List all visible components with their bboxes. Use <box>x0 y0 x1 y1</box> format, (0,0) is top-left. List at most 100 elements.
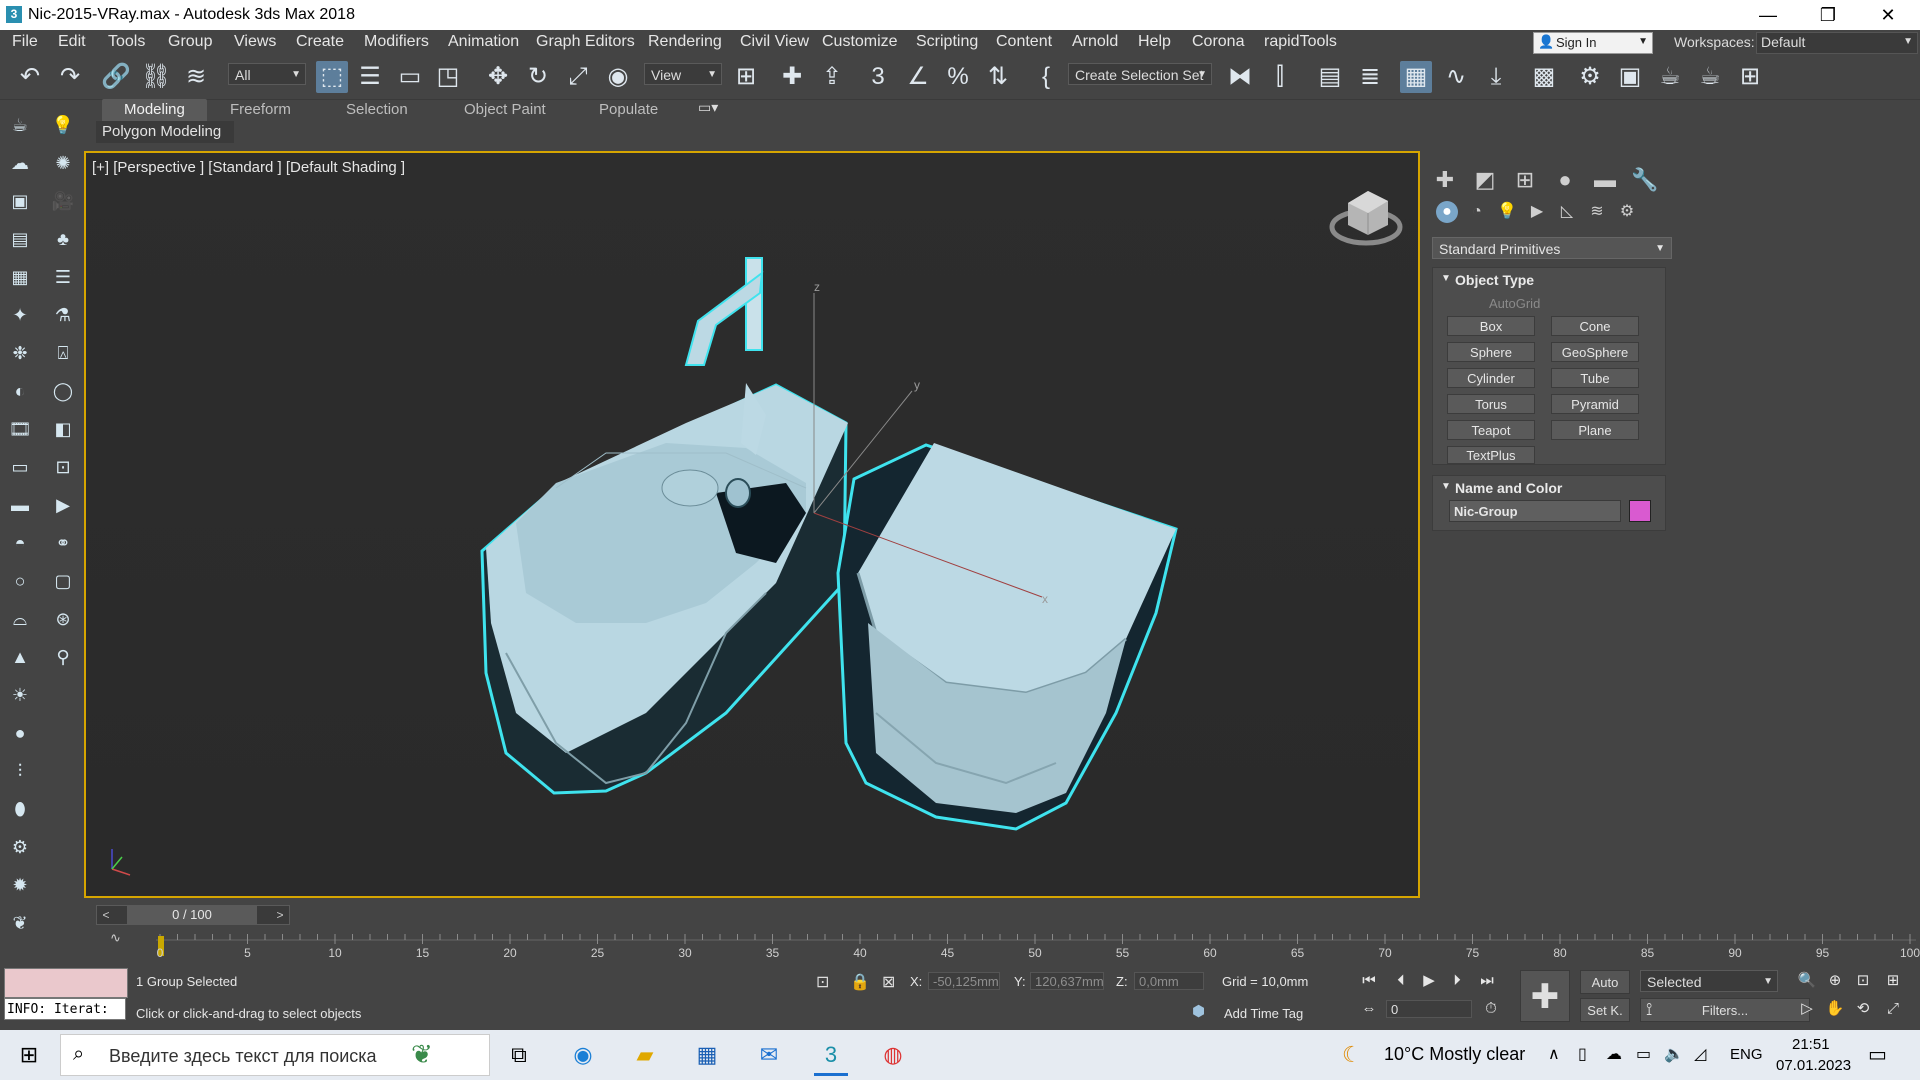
app-icon[interactable]: 3 <box>6 6 22 23</box>
link-icon[interactable]: 🔗 <box>100 61 132 93</box>
menu-file[interactable]: File <box>12 33 38 51</box>
key-tangent-icon[interactable]: ⟟ <box>1646 1000 1652 1020</box>
snaps-toggle-icon[interactable]: 3 <box>862 61 894 93</box>
ribbon-options-icon[interactable]: ▭▾ <box>698 99 718 116</box>
image-icon[interactable]: ▣ <box>7 188 33 214</box>
name-color-header[interactable]: ▼ Name and Color <box>1433 476 1675 500</box>
3dsmax-taskbar-icon[interactable]: 3 <box>814 1039 848 1076</box>
rendered-frame-window-icon[interactable]: ▣ <box>1614 61 1646 93</box>
language-indicator[interactable]: ENG <box>1730 1046 1763 1063</box>
menu-arnold[interactable]: Arnold <box>1072 33 1118 51</box>
add-time-tag[interactable]: Add Time Tag <box>1224 1006 1303 1021</box>
dome-light-icon[interactable]: ⌓ <box>7 606 33 632</box>
edge-browser-icon[interactable]: ◉ <box>566 1039 600 1071</box>
space-warps-icon[interactable]: ≋ <box>1586 201 1608 223</box>
align-icon[interactable]: ⫿ <box>1264 61 1296 93</box>
mesh-icon[interactable]: ◐ <box>7 378 33 404</box>
sphere-button[interactable]: Sphere <box>1447 342 1535 362</box>
document-icon[interactable]: ▤ <box>7 226 33 252</box>
weather-text[interactable]: 10°C Mostly clear <box>1384 1044 1525 1065</box>
toilet-model[interactable] <box>836 443 1178 831</box>
primitive-category-dropdown[interactable]: Standard Primitives ▼ <box>1432 237 1672 259</box>
menu-edit[interactable]: Edit <box>58 33 86 51</box>
network-icon[interactable]: ◿ <box>1694 1044 1706 1064</box>
create-tab-icon[interactable]: ✚ <box>1430 165 1460 195</box>
isolate-selection-icon[interactable]: ⊡ <box>816 972 829 992</box>
place-icon[interactable]: ◉ <box>602 61 634 93</box>
selection-filter-dropdown[interactable]: All ▼ <box>228 63 306 85</box>
ies-light-icon[interactable]: ⊛ <box>50 606 76 632</box>
bulb-icon[interactable]: ⚲ <box>50 644 76 670</box>
scale-icon[interactable]: ⤢ <box>562 61 594 93</box>
geometry-icon[interactable]: ● <box>1436 201 1458 223</box>
menu-content[interactable]: Content <box>996 33 1052 51</box>
clock-time[interactable]: 21:51 <box>1792 1036 1830 1053</box>
next-frame-icon[interactable]: > <box>273 906 287 924</box>
tab-selection[interactable]: Selection <box>346 101 408 118</box>
menu-create[interactable]: Create <box>296 33 344 51</box>
film-icon[interactable]: 🎞 <box>7 416 33 442</box>
box-button[interactable]: Box <box>1447 316 1535 336</box>
windows-start-icon[interactable]: ⊞ <box>12 1039 46 1071</box>
set-key-big-icon[interactable]: ✚ <box>1520 970 1570 1022</box>
scene-explorer-icon[interactable]: ▤ <box>1314 61 1346 93</box>
render-iterative-icon[interactable]: ☕ <box>1694 61 1726 93</box>
object-type-header[interactable]: ▼ Object Type <box>1433 268 1675 292</box>
x-coordinate-field[interactable]: -50,125mm <box>928 972 1000 990</box>
tube-button[interactable]: Tube <box>1551 368 1639 388</box>
render-shortcuts-icon[interactable]: ⊞ <box>1734 61 1766 93</box>
menu-help[interactable]: Help <box>1138 33 1171 51</box>
reference-coordinate-dropdown[interactable]: View ▼ <box>644 63 722 85</box>
pivot-center-icon[interactable]: ⊞ <box>730 61 762 93</box>
render-production-icon[interactable]: ☕ <box>1654 61 1686 93</box>
tab-populate[interactable]: Populate <box>599 101 658 118</box>
dome-icon[interactable]: ◧ <box>50 416 76 442</box>
undo-icon[interactable]: ↶ <box>14 61 46 93</box>
edit-named-selection-icon[interactable]: { <box>1030 61 1062 93</box>
sun-light-icon[interactable]: ☀ <box>7 682 33 708</box>
chevron-up-icon[interactable]: ∧ <box>1548 1044 1560 1064</box>
minimize-button[interactable]: — <box>1740 0 1796 30</box>
taskbar-search-input[interactable]: ⌕ Введите здесь текст для поиска ❦ <box>60 1034 490 1076</box>
maximize-button[interactable]: ❐ <box>1800 0 1856 30</box>
menu-rapidtools[interactable]: rapidTools <box>1264 33 1337 51</box>
lock-icon[interactable]: 🔒 <box>850 972 870 992</box>
menu-animation[interactable]: Animation <box>448 33 519 51</box>
play-icon[interactable]: ▶ <box>1418 970 1440 992</box>
field-of-view-icon[interactable]: ▷ <box>1796 998 1818 1020</box>
teapot-icon[interactable]: ☕ <box>7 112 33 138</box>
perspective-viewport[interactable]: z y x [+] [Perspective ] [Standard ] [De… <box>84 151 1420 898</box>
menu-views[interactable]: Views <box>234 33 276 51</box>
sun-icon[interactable]: ✺ <box>50 150 76 176</box>
plant-icon[interactable]: ❦ <box>7 910 33 936</box>
display-tab-icon[interactable]: ▬ <box>1590 165 1620 195</box>
cameras-icon[interactable]: ▶ <box>1526 201 1548 223</box>
scatter-icon[interactable]: ⚙ <box>7 834 33 860</box>
volume-icon[interactable]: 🔈 <box>1664 1044 1684 1064</box>
cylinder-button[interactable]: Cylinder <box>1447 368 1535 388</box>
keyboard-shortcut-icon[interactable]: ⇪ <box>816 61 848 93</box>
plane-button[interactable]: Plane <box>1551 420 1639 440</box>
device-icon[interactable]: ▯ <box>1578 1044 1587 1064</box>
menu-civil-view[interactable]: Civil View <box>740 33 809 51</box>
previous-frame-icon[interactable]: ⏴ <box>1390 970 1412 992</box>
go-to-start-icon[interactable]: ⏮ <box>1358 970 1380 992</box>
teapot-button[interactable]: Teapot <box>1447 420 1535 440</box>
render-icon[interactable]: ▶ <box>50 492 76 518</box>
task-view-icon[interactable]: ⧉ <box>502 1039 536 1071</box>
bind-space-warp-icon[interactable]: ≋ <box>180 61 212 93</box>
gold-sphere-icon[interactable]: ● <box>7 720 33 746</box>
ribbon-polygon-modeling[interactable]: Polygon Modeling <box>96 121 234 143</box>
pyramid-button[interactable]: Pyramid <box>1551 394 1639 414</box>
select-object-icon[interactable]: ⬚ <box>316 61 348 93</box>
menu-scripting[interactable]: Scripting <box>916 33 978 51</box>
hierarchy-tab-icon[interactable]: ⊞ <box>1510 165 1540 195</box>
next-frame-icon[interactable]: ⏵ <box>1446 970 1468 992</box>
move-icon[interactable]: ✥ <box>482 61 514 93</box>
store-icon[interactable]: ▦ <box>690 1039 724 1071</box>
particles-icon[interactable]: ❉ <box>7 340 33 366</box>
flask-icon[interactable]: ⚗ <box>50 302 76 328</box>
notifications-icon[interactable]: ▭ <box>1868 1042 1887 1067</box>
zoom-all-icon[interactable]: ⊕ <box>1824 970 1846 992</box>
lights-icon[interactable]: 💡 <box>1496 201 1518 223</box>
